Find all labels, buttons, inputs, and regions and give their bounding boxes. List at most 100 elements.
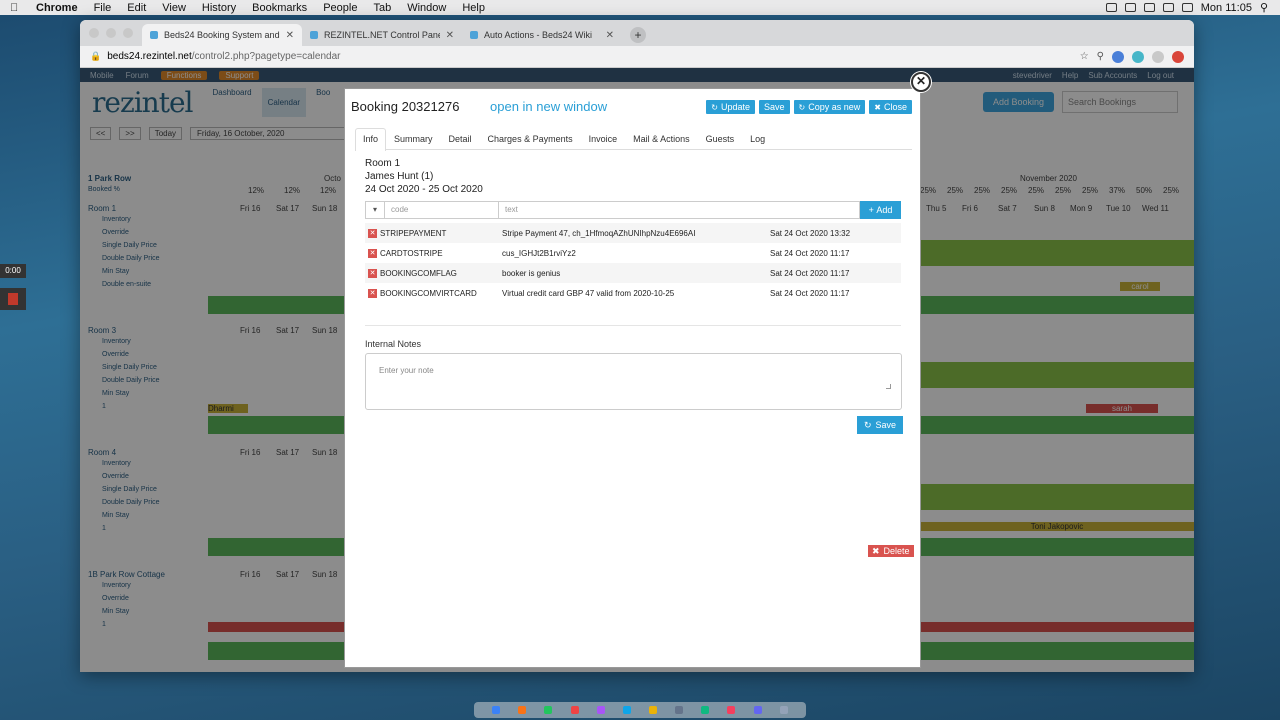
delete-booking-button[interactable]: ✖ Delete <box>868 545 914 557</box>
add-info-button[interactable]: + Add <box>860 201 901 219</box>
tab-charges-payments[interactable]: Charges & Payments <box>480 128 581 150</box>
open-new-window-link[interactable]: open in new window <box>490 99 607 114</box>
info-date: Sat 24 Oct 2020 11:17 <box>770 268 850 278</box>
add-label: Add <box>876 205 893 215</box>
menu-people[interactable]: People <box>323 2 357 14</box>
copy-label: Copy as new <box>808 102 861 112</box>
close-icon: ✖ <box>872 545 880 556</box>
chevron-down-icon[interactable]: ▾ <box>365 201 385 219</box>
tab-log[interactable]: Log <box>742 128 773 150</box>
code-input[interactable]: code <box>385 201 499 219</box>
record-stop-button[interactable] <box>0 288 26 310</box>
app-icon[interactable] <box>622 706 631 714</box>
app-icon[interactable] <box>753 706 762 714</box>
close-tab-icon[interactable]: ✕ <box>446 30 454 41</box>
tab-mail-actions[interactable]: Mail & Actions <box>625 128 698 150</box>
bookmark-star-icon[interactable]: ☆ <box>1080 51 1089 62</box>
screen-record-icon[interactable] <box>1105 3 1117 12</box>
extension-icon[interactable] <box>1132 50 1144 63</box>
app-icon[interactable] <box>648 706 657 714</box>
info-item-row: ✕ STRIPEPAYMENT Stripe Payment 47, ch_1H… <box>365 223 901 243</box>
app-icon[interactable] <box>675 706 684 714</box>
stop-icon <box>8 293 18 305</box>
browser-toolbar-icons: ☆ ⚲ <box>1080 50 1184 63</box>
address-bar[interactable]: 🔒 beds24.rezintel.net/control2.php?paget… <box>80 46 1194 68</box>
browser-tab-wiki[interactable]: Auto Actions - Beds24 Wiki ✕ <box>462 24 622 46</box>
url-domain: beds24.rezintel.net <box>107 51 192 62</box>
app-icon[interactable] <box>544 706 553 714</box>
text-input[interactable]: text <box>499 201 860 219</box>
info-item-row: ✕ BOOKINGCOMVIRTCARD Virtual credit card… <box>365 283 901 303</box>
clock[interactable]: Mon 11:05 <box>1201 2 1252 14</box>
spotlight-icon[interactable]: ⚲ <box>1260 1 1268 14</box>
refresh-icon: ↻ <box>711 102 718 112</box>
info-text: booker is genius <box>502 268 561 278</box>
tab-summary[interactable]: Summary <box>386 128 441 150</box>
extension-icon[interactable] <box>1112 50 1124 63</box>
info-date: Sat 24 Oct 2020 13:32 <box>770 228 851 238</box>
tab-guests[interactable]: Guests <box>698 128 743 150</box>
tab-title: REZINTEL.NET Control Panel <box>324 30 440 40</box>
info-date: Sat 24 Oct 2020 11:17 <box>770 248 850 258</box>
close-button[interactable]: ✖ Close <box>869 100 912 114</box>
tab-strip: Beds24 Booking System and C ✕ REZINTEL.N… <box>80 20 1194 46</box>
tab-invoice[interactable]: Invoice <box>581 128 626 150</box>
app-icon[interactable] <box>727 706 736 714</box>
save-notes-button[interactable]: ↻ Save <box>857 416 904 434</box>
close-tab-icon[interactable]: ✕ <box>286 30 294 41</box>
menu-app[interactable]: Chrome <box>36 2 78 14</box>
resize-handle-icon[interactable] <box>886 384 891 389</box>
battery-icon[interactable] <box>1181 3 1193 12</box>
close-window-icon[interactable] <box>89 28 99 38</box>
search-icon[interactable]: ⚲ <box>1097 51 1104 62</box>
menu-view[interactable]: View <box>162 2 186 14</box>
copy-icon: ↻ <box>798 102 806 112</box>
menu-bookmarks[interactable]: Bookmarks <box>252 2 307 14</box>
app-icon[interactable] <box>701 706 710 714</box>
apple-icon[interactable]:  <box>10 2 22 14</box>
wifi-icon[interactable] <box>1162 3 1174 12</box>
delete-item-icon[interactable]: ✕ <box>368 288 377 298</box>
tab-title: Auto Actions - Beds24 Wiki <box>484 30 593 40</box>
finder-icon[interactable] <box>492 706 501 714</box>
info-text: cus_IGHJt2B1rviYz2 <box>502 248 576 258</box>
menu-help[interactable]: Help <box>462 2 485 14</box>
note-placeholder: Enter your note <box>379 366 434 375</box>
delete-item-icon[interactable]: ✕ <box>368 268 377 278</box>
app-icon[interactable] <box>570 706 579 714</box>
url-text[interactable]: beds24.rezintel.net/control2.php?pagetyp… <box>107 51 340 62</box>
dropbox-icon[interactable] <box>1143 3 1155 12</box>
trash-icon[interactable] <box>779 706 788 714</box>
menu-history[interactable]: History <box>202 2 236 14</box>
copy-as-new-button[interactable]: ↻ Copy as new <box>793 100 866 114</box>
info-item-row: ✕ BOOKINGCOMFLAG booker is genius Sat 24… <box>365 263 901 283</box>
browser-tab-rezintel[interactable]: REZINTEL.NET Control Panel ✕ <box>302 24 462 46</box>
menu-tab[interactable]: Tab <box>373 2 391 14</box>
stay-dates: 24 Oct 2020 - 25 Oct 2020 <box>365 184 483 195</box>
menu-edit[interactable]: Edit <box>127 2 146 14</box>
tab-detail[interactable]: Detail <box>441 128 480 150</box>
internal-notes-textarea[interactable]: Enter your note <box>365 353 902 410</box>
delete-item-icon[interactable]: ✕ <box>368 248 377 258</box>
app-icon[interactable] <box>518 706 527 714</box>
delete-item-icon[interactable]: ✕ <box>368 228 377 238</box>
update-button[interactable]: ↻ Update <box>706 100 756 114</box>
menu-file[interactable]: File <box>94 2 112 14</box>
new-tab-button[interactable]: + <box>630 27 646 43</box>
chrome-menu-icon[interactable] <box>1172 50 1184 63</box>
booking-modal: Booking 20321276 open in new window ↻ Upd… <box>344 88 921 668</box>
tab-info[interactable]: Info <box>355 128 387 151</box>
menu-window[interactable]: Window <box>407 2 446 14</box>
profile-avatar[interactable] <box>1152 50 1164 63</box>
info-text: Stripe Payment 47, ch_1HfmoqAZhUNIhpNzu4… <box>502 228 696 238</box>
maximize-window-icon[interactable] <box>123 28 133 38</box>
modal-close-icon[interactable]: ✕ <box>911 72 931 92</box>
info-items-list: ✕ STRIPEPAYMENT Stripe Payment 47, ch_1H… <box>365 223 901 303</box>
lock-icon[interactable]: 🔒 <box>90 51 101 62</box>
save-button[interactable]: Save <box>759 100 790 114</box>
minimize-window-icon[interactable] <box>106 28 116 38</box>
settings-icon[interactable] <box>1124 3 1136 12</box>
close-tab-icon[interactable]: ✕ <box>606 30 614 41</box>
app-icon[interactable] <box>596 706 605 714</box>
browser-tab-beds24[interactable]: Beds24 Booking System and C ✕ <box>142 24 302 46</box>
